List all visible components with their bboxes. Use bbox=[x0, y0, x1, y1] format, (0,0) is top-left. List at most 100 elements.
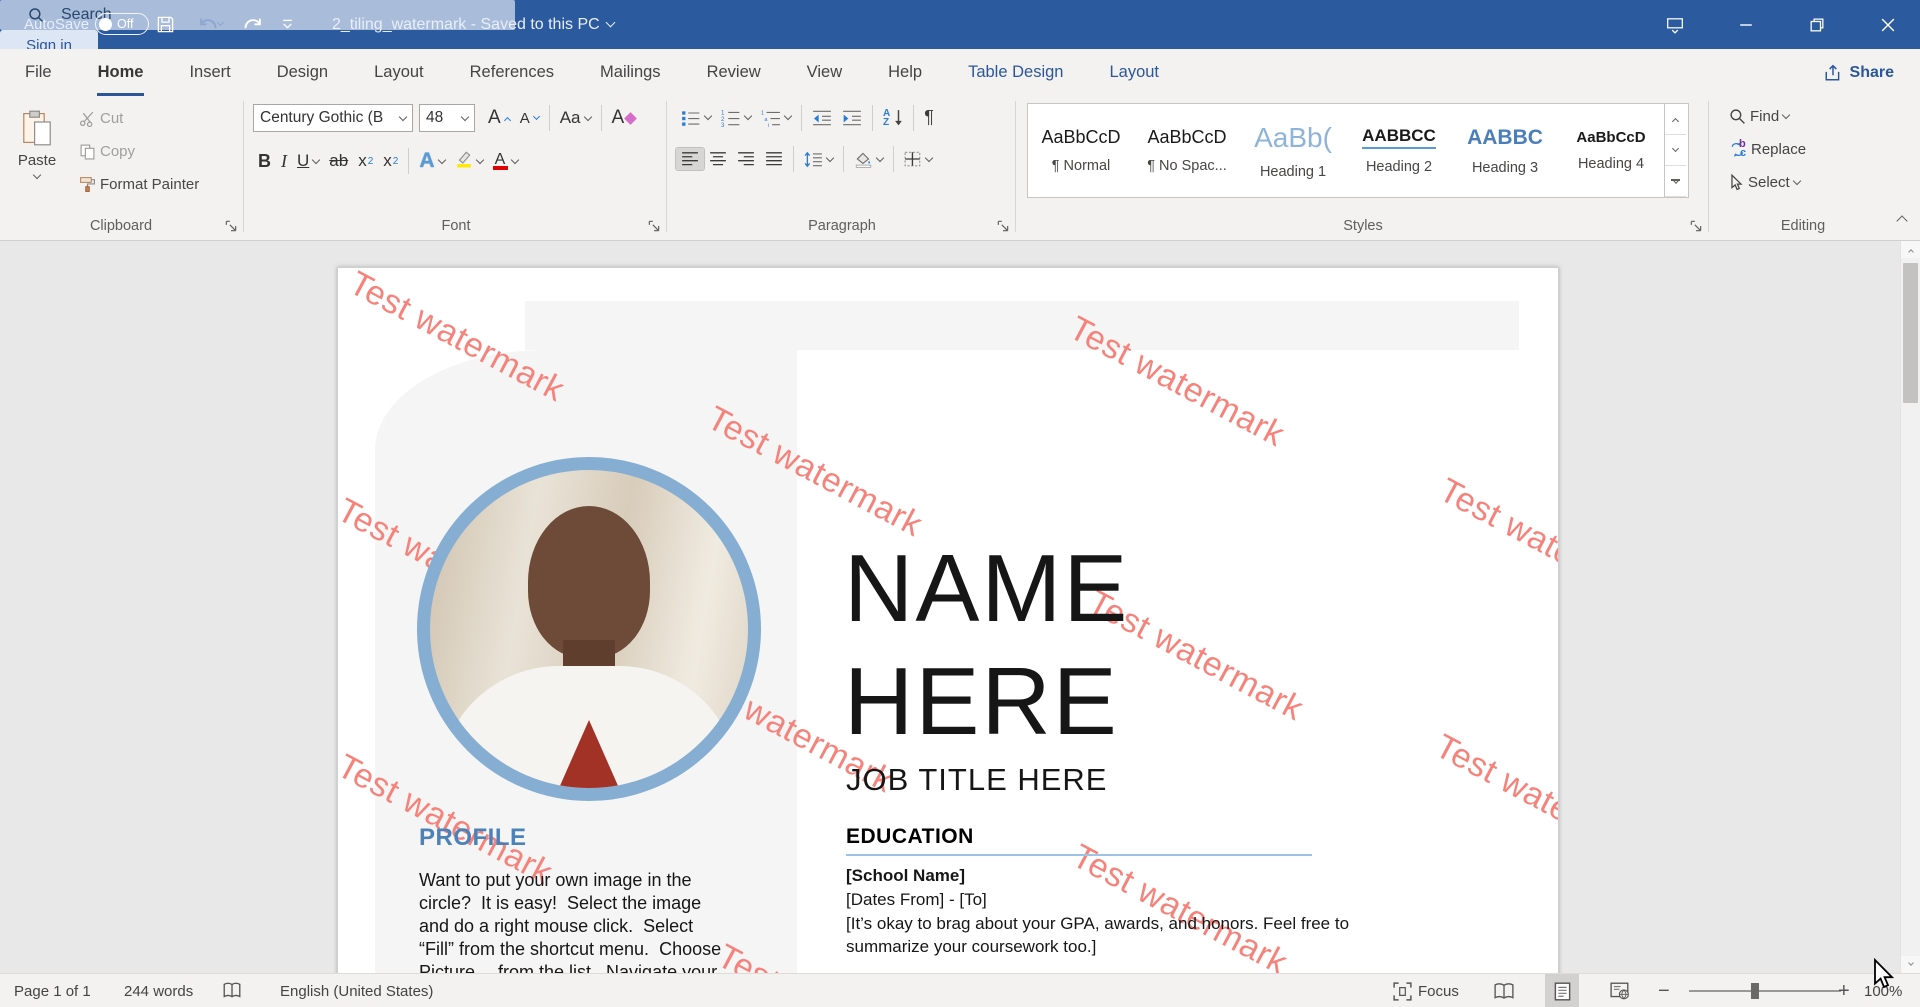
collapse-ribbon-button[interactable] bbox=[1898, 212, 1906, 230]
ribbon-display-options-button[interactable] bbox=[1651, 0, 1699, 49]
close-button[interactable] bbox=[1864, 0, 1912, 49]
paragraph-dialog-launcher[interactable] bbox=[996, 219, 1010, 233]
minimize-button[interactable] bbox=[1722, 0, 1770, 49]
select-button[interactable]: Select bbox=[1724, 171, 1811, 194]
font-size-combobox[interactable]: 48 bbox=[419, 104, 475, 132]
bold-button[interactable]: B bbox=[253, 148, 276, 175]
styles-scroll-up-button[interactable] bbox=[1665, 104, 1686, 135]
font-name-combobox[interactable]: Century Gothic (B bbox=[253, 104, 413, 132]
tab-references[interactable]: References bbox=[447, 49, 577, 97]
styles-dialog-launcher[interactable] bbox=[1689, 219, 1703, 233]
name-heading[interactable]: NAME HERE bbox=[844, 532, 1129, 758]
job-title[interactable]: JOB TITLE HERE bbox=[846, 762, 1108, 798]
profile-photo[interactable] bbox=[417, 457, 761, 801]
format-painter-button[interactable]: Format Painter bbox=[74, 173, 204, 196]
tab-layout[interactable]: Layout bbox=[351, 49, 447, 97]
text-effects-button[interactable]: A bbox=[414, 146, 449, 176]
language-indicator[interactable]: English (United States) bbox=[280, 974, 433, 1007]
undo-button[interactable] bbox=[188, 0, 232, 49]
text-highlight-button[interactable] bbox=[450, 147, 488, 176]
align-right-button[interactable] bbox=[732, 148, 760, 170]
style-no-spacing[interactable]: AaBbCcD ¶ No Spac... bbox=[1134, 104, 1240, 197]
scroll-up-button[interactable] bbox=[1901, 241, 1920, 258]
school-name[interactable]: [School Name] bbox=[846, 866, 965, 886]
education-heading[interactable]: EDUCATION bbox=[846, 825, 974, 849]
font-dialog-launcher[interactable] bbox=[647, 219, 661, 233]
word-count[interactable]: 244 words bbox=[124, 974, 193, 1007]
style-heading1[interactable]: AaBb( Heading 1 bbox=[1240, 104, 1346, 197]
style-heading2[interactable]: AABBCC Heading 2 bbox=[1346, 104, 1452, 197]
style-heading3[interactable]: AABBC Heading 3 bbox=[1452, 104, 1558, 197]
education-blurb-line1[interactable]: [It’s okay to brag about your GPA, award… bbox=[846, 914, 1349, 934]
align-center-button[interactable] bbox=[704, 148, 732, 170]
cut-button[interactable]: Cut bbox=[74, 107, 204, 130]
replace-button[interactable]: b c Replace bbox=[1724, 138, 1811, 161]
document-page[interactable]: Test watermark Test watermark Test water… bbox=[337, 267, 1559, 973]
styles-scroll-down-button[interactable] bbox=[1665, 135, 1686, 166]
print-layout-button[interactable] bbox=[1545, 974, 1579, 1007]
tab-table-design[interactable]: Table Design bbox=[945, 49, 1086, 97]
multilevel-list-button[interactable]: 1ai bbox=[756, 106, 796, 130]
document-title[interactable]: 2_tiling_watermark - Saved to this PC bbox=[332, 0, 614, 49]
shrink-font-button[interactable]: A bbox=[515, 107, 544, 130]
decrease-indent-button[interactable] bbox=[807, 106, 837, 130]
paste-button[interactable]: Paste bbox=[8, 102, 66, 212]
align-left-button[interactable] bbox=[676, 148, 704, 170]
justify-button[interactable] bbox=[760, 148, 788, 170]
tab-help[interactable]: Help bbox=[865, 49, 945, 97]
styles-gallery-more-button[interactable] bbox=[1665, 166, 1686, 197]
tab-file[interactable]: File bbox=[2, 49, 75, 97]
italic-button[interactable]: I bbox=[276, 148, 292, 175]
underline-button[interactable]: U bbox=[292, 148, 324, 174]
autosave-toggle[interactable]: Off bbox=[95, 13, 149, 35]
redo-button[interactable] bbox=[238, 0, 268, 49]
shading-button[interactable] bbox=[849, 148, 888, 171]
focus-mode-button[interactable]: Focus bbox=[1393, 974, 1459, 1007]
save-button[interactable] bbox=[150, 0, 180, 49]
clipboard-dialog-launcher[interactable] bbox=[224, 219, 238, 233]
change-case-button[interactable]: Aa bbox=[555, 105, 596, 131]
find-button[interactable]: Find bbox=[1724, 105, 1811, 128]
profile-heading[interactable]: PROFILE bbox=[419, 824, 527, 852]
style-heading4[interactable]: AaBbCcD Heading 4 bbox=[1558, 104, 1664, 197]
clear-formatting-button[interactable]: A bbox=[607, 104, 641, 132]
zoom-slider-track[interactable] bbox=[1689, 990, 1841, 992]
education-dates[interactable]: [Dates From] - [To] bbox=[846, 890, 987, 910]
grow-font-button[interactable]: A bbox=[483, 104, 515, 132]
vertical-scrollbar[interactable] bbox=[1900, 241, 1920, 973]
increase-indent-button[interactable] bbox=[837, 106, 867, 130]
tab-home[interactable]: Home bbox=[75, 49, 167, 97]
scroll-down-button[interactable] bbox=[1901, 956, 1920, 973]
proofing-status-button[interactable] bbox=[222, 974, 242, 1007]
zoom-out-button[interactable]: − bbox=[1658, 974, 1670, 1007]
page-indicator[interactable]: Page 1 of 1 bbox=[14, 974, 91, 1007]
web-layout-button[interactable] bbox=[1603, 974, 1637, 1007]
tab-review[interactable]: Review bbox=[684, 49, 784, 97]
font-color-button[interactable]: A bbox=[488, 150, 523, 173]
education-blurb-line2[interactable]: summarize your coursework too.] bbox=[846, 937, 1096, 957]
numbering-button[interactable]: 123 bbox=[716, 106, 756, 130]
zoom-in-button[interactable]: + bbox=[1838, 974, 1850, 1007]
bullets-button[interactable] bbox=[676, 106, 716, 130]
tab-table-layout[interactable]: Layout bbox=[1086, 49, 1182, 97]
restore-button[interactable] bbox=[1793, 0, 1841, 49]
tab-design[interactable]: Design bbox=[254, 49, 351, 97]
subscript-button[interactable]: x2 bbox=[353, 148, 378, 174]
profile-paragraph[interactable]: Want to put your own image in the circle… bbox=[419, 869, 721, 973]
line-spacing-button[interactable] bbox=[799, 148, 838, 171]
copy-button[interactable]: Copy bbox=[74, 140, 204, 163]
show-formatting-marks-button[interactable]: ¶ bbox=[919, 104, 939, 131]
superscript-button[interactable]: x2 bbox=[378, 148, 403, 174]
scrollbar-thumb[interactable] bbox=[1903, 263, 1918, 403]
borders-button[interactable] bbox=[899, 148, 937, 170]
sort-button[interactable]: AZ bbox=[878, 106, 908, 130]
tab-insert[interactable]: Insert bbox=[166, 49, 253, 97]
strikethrough-button[interactable]: ab bbox=[324, 148, 353, 174]
tab-view[interactable]: View bbox=[784, 49, 865, 97]
customize-quick-access-toolbar-button[interactable] bbox=[272, 0, 302, 49]
style-normal[interactable]: AaBbCcD ¶ Normal bbox=[1028, 104, 1134, 197]
tab-mailings[interactable]: Mailings bbox=[577, 49, 684, 97]
share-button[interactable]: Share bbox=[1824, 57, 1894, 89]
zoom-slider-thumb[interactable] bbox=[1751, 983, 1759, 999]
read-mode-button[interactable] bbox=[1487, 974, 1521, 1007]
